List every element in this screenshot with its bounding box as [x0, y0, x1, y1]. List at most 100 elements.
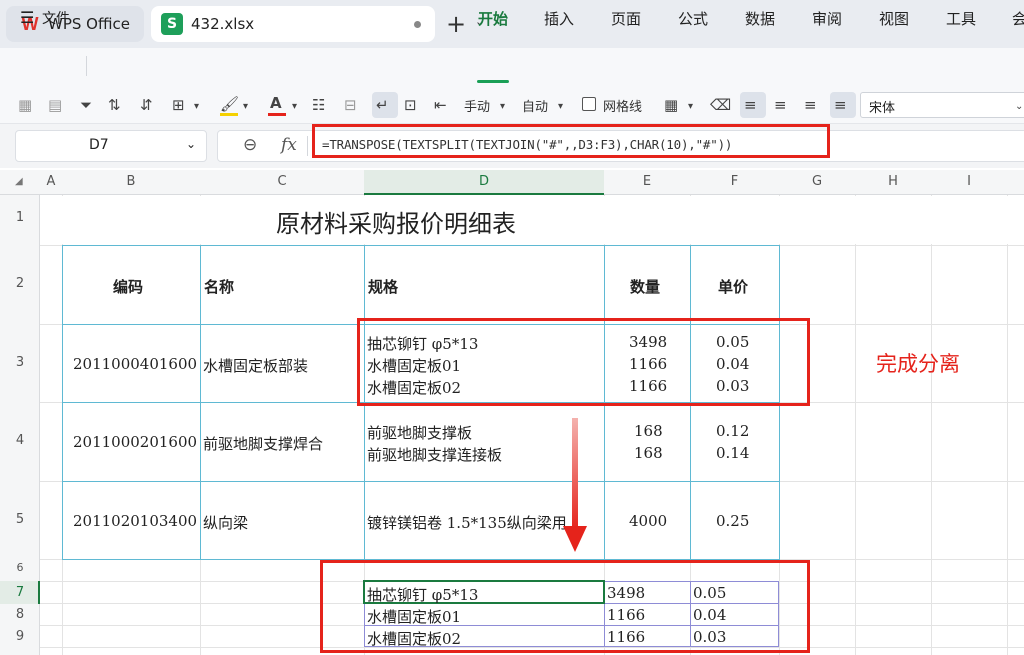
annotation-label: 完成分离 [876, 352, 960, 376]
chevron-down-icon[interactable]: ▾ [292, 97, 297, 117]
row-header-2[interactable]: 2 [0, 276, 40, 291]
cell-b4[interactable]: 2011000201600 [73, 433, 197, 451]
active-menu-indicator [477, 80, 509, 83]
align-icon[interactable]: ☷ [312, 95, 325, 115]
align-right-icon[interactable]: ≡ [804, 95, 817, 115]
header-code[interactable]: 编码 [113, 276, 143, 297]
menu-file[interactable]: 文件 [42, 8, 70, 28]
new-tab-plus-icon[interactable]: + [446, 10, 466, 38]
menu-data[interactable]: 数据 [745, 8, 775, 29]
sort-descending-icon[interactable]: ⇵ [140, 95, 153, 115]
column-header-c[interactable]: C [200, 174, 364, 189]
cell-b5[interactable]: 2011020103400 [73, 512, 197, 530]
align-center-icon[interactable]: ≡ [774, 95, 787, 115]
cell-e4-line1[interactable]: 168 [634, 422, 663, 440]
cell-d4-line2[interactable]: 前驱地脚支撑连接板 [367, 444, 502, 465]
font-color-icon[interactable]: A [270, 93, 282, 113]
cell-d4-line1[interactable]: 前驱地脚支撑板 [367, 422, 472, 443]
paste-format-icon[interactable]: ▤ [48, 95, 62, 115]
merge-icon[interactable]: ⊟ [344, 95, 357, 115]
select-all-icon[interactable]: ◢ [15, 176, 23, 187]
header-spec[interactable]: 规格 [368, 276, 398, 297]
cell-c3[interactable]: 水槽固定板部装 [203, 355, 308, 376]
column-header-d[interactable]: D [364, 174, 604, 189]
chevron-down-icon[interactable]: ▾ [688, 97, 693, 117]
chevron-down-icon[interactable]: ▾ [243, 97, 248, 117]
menu-insert[interactable]: 插入 [544, 8, 574, 29]
font-select-value: 宋体 [869, 101, 896, 116]
row-header-9[interactable]: 9 [0, 629, 40, 644]
header-name[interactable]: 名称 [204, 276, 234, 297]
row-header-5[interactable]: 5 [0, 512, 40, 527]
table-border [62, 481, 779, 482]
cell-f4-line2[interactable]: 0.14 [716, 444, 749, 462]
tab-file-label: 432.xlsx [191, 15, 255, 33]
down-arrow-icon [563, 418, 587, 552]
source-highlight-box [357, 318, 810, 406]
column-header-i[interactable]: I [931, 174, 1007, 189]
menu-review[interactable]: 审阅 [812, 8, 842, 29]
filter-icon[interactable]: ⏷ [80, 95, 92, 115]
column-header-f[interactable]: F [690, 174, 779, 189]
menu-row [0, 48, 1024, 86]
row-header-6[interactable]: 6 [0, 561, 40, 574]
auto-button[interactable]: 自动 [522, 96, 548, 115]
sheet-title[interactable]: 原材料采购报价明细表 [276, 204, 516, 239]
gridline [931, 195, 932, 655]
row-header-1[interactable]: 1 [0, 210, 40, 225]
cell-style-icon[interactable]: ▦ [664, 95, 678, 115]
spreadsheet-icon: S [161, 13, 183, 35]
fill-color-icon[interactable]: 🖌 [220, 94, 239, 114]
align-justify-icon[interactable]: ≡ [834, 95, 847, 115]
column-header-b[interactable]: B [62, 174, 200, 189]
align-left-icon[interactable]: ≡ [744, 95, 757, 115]
chevron-down-icon[interactable]: ⌄ [1015, 97, 1023, 117]
row-header-8[interactable]: 8 [0, 607, 40, 622]
column-header-h[interactable]: H [855, 174, 931, 189]
zoom-icon[interactable]: ⊖ [243, 135, 257, 155]
wrap-text-icon[interactable]: ↵ [376, 95, 389, 115]
column-header-a[interactable]: A [40, 174, 62, 189]
format-number-icon[interactable]: ▦ [18, 95, 32, 115]
menu-member[interactable]: 会 [1012, 8, 1024, 29]
freeze-icon[interactable]: ⇤ [434, 95, 447, 115]
gridlines-label: 网格线 [603, 100, 643, 115]
cell-f5[interactable]: 0.25 [716, 512, 749, 530]
header-price[interactable]: 单价 [718, 276, 748, 297]
cell-f4-line1[interactable]: 0.12 [716, 422, 749, 440]
menu-divider [86, 56, 87, 76]
chevron-down-icon[interactable]: ⌄ [186, 137, 196, 151]
table-border [62, 245, 779, 246]
row-header-4[interactable]: 4 [0, 433, 40, 448]
cell-b3[interactable]: 2011000401600 [73, 355, 197, 373]
column-header-e[interactable]: E [604, 174, 690, 189]
menu-formula[interactable]: 公式 [678, 8, 708, 29]
header-qty[interactable]: 数量 [630, 276, 660, 297]
hamburger-menu-icon[interactable]: ☰ [20, 8, 34, 27]
clear-format-icon[interactable]: ⌫ [710, 95, 731, 115]
chevron-down-icon[interactable]: ▾ [500, 97, 505, 117]
column-header-g[interactable]: G [779, 174, 855, 189]
unsaved-dot-icon[interactable] [414, 21, 421, 28]
row-header-3[interactable]: 3 [0, 355, 40, 370]
cell-c4[interactable]: 前驱地脚支撑焊合 [203, 433, 323, 454]
row-col-icon[interactable]: ⊡ [404, 95, 417, 115]
menu-tools[interactable]: 工具 [946, 8, 976, 29]
sort-ascending-icon[interactable]: ⇅ [108, 95, 121, 115]
cell-e5[interactable]: 4000 [629, 512, 667, 530]
manual-button[interactable]: 手动 [464, 96, 490, 115]
gridlines-checkbox[interactable] [582, 97, 596, 111]
fx-icon[interactable]: fx [281, 135, 297, 155]
row-header-7[interactable]: 7 [0, 585, 40, 600]
cell-e4-line2[interactable]: 168 [634, 444, 663, 462]
cell-c5[interactable]: 纵向梁 [203, 512, 248, 533]
borders-icon[interactable]: ⊞ [172, 95, 185, 115]
chevron-down-icon[interactable]: ▾ [558, 97, 563, 117]
menu-view[interactable]: 视图 [879, 8, 909, 29]
font-select[interactable]: 宋体 [860, 92, 1024, 118]
menu-home[interactable]: 开始 [478, 8, 508, 29]
name-box[interactable]: D7 ⌄ [15, 130, 207, 162]
chevron-down-icon[interactable]: ▾ [194, 97, 199, 117]
tab-file[interactable]: S 432.xlsx [151, 6, 435, 42]
menu-page[interactable]: 页面 [611, 8, 641, 29]
